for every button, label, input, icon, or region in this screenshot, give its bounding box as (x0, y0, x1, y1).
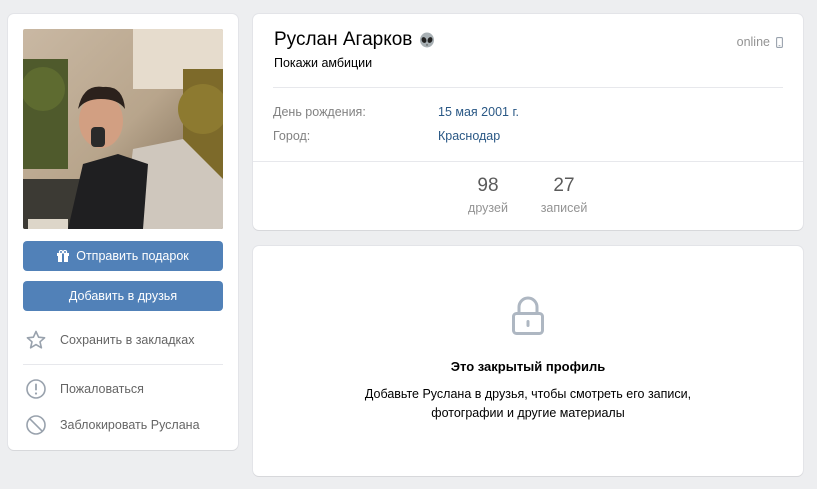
add-friend-label: Добавить в друзья (68, 289, 178, 303)
star-icon (25, 329, 47, 351)
closed-profile-card: Это закрытый профиль Добавьте Руслана в … (253, 246, 803, 476)
send-gift-button[interactable]: Отправить подарок (23, 241, 223, 271)
info-divider (273, 87, 783, 88)
closed-profile-title: Это закрытый профиль (450, 359, 606, 374)
counters-divider (253, 161, 803, 162)
friends-label: друзей (468, 201, 508, 215)
birthday-label: День рождения: (273, 105, 366, 119)
report-action[interactable]: Пожаловаться (23, 375, 223, 403)
city-row: Город: Краснодар (273, 129, 500, 143)
profile-info-card: Руслан Агарков Покажи амбиции online Ден… (253, 14, 803, 230)
profile-sidebar: Отправить подарок Добавить в друзья Сохр… (8, 14, 238, 450)
alien-emoji-icon (419, 32, 435, 48)
block-action[interactable]: Заблокировать Руслана (23, 411, 223, 439)
posts-counter[interactable]: 27 записей (529, 175, 599, 215)
profile-status: Покажи амбиции (274, 56, 373, 70)
page-title: Руслан Агарков (274, 29, 435, 51)
send-gift-label: Отправить подарок (76, 249, 189, 263)
gift-icon (57, 249, 70, 263)
city-value[interactable]: Краснодар (438, 129, 500, 143)
birthday-value[interactable]: 15 мая 2001 г. (438, 105, 519, 119)
birthday-row: День рождения: 15 мая 2001 г. (273, 105, 519, 119)
bookmark-action[interactable]: Сохранить в закладках (23, 326, 223, 354)
exclamation-icon (25, 378, 47, 400)
report-label: Пожаловаться (60, 382, 144, 396)
posts-count: 27 (553, 175, 575, 196)
friends-counter[interactable]: 98 друзей (453, 175, 523, 215)
avatar[interactable] (23, 29, 223, 229)
lock-icon (511, 296, 545, 336)
add-friend-button[interactable]: Добавить в друзья (23, 281, 223, 311)
phone-icon (776, 36, 783, 48)
block-label: Заблокировать Руслана (60, 418, 200, 432)
online-indicator: online (737, 35, 783, 49)
city-label: Город: (273, 129, 311, 143)
bookmark-label: Сохранить в закладках (60, 333, 195, 347)
online-label: online (736, 35, 770, 49)
closed-profile-line2: фотографии и другие материалы (431, 406, 625, 420)
closed-profile-text: Добавьте Руслана в друзья, чтобы смотрет… (253, 385, 803, 423)
friends-count: 98 (477, 175, 499, 196)
actions-divider (23, 364, 223, 365)
profile-name: Руслан Агарков (274, 29, 413, 50)
block-icon (25, 414, 47, 436)
closed-profile-line1: Добавьте Руслана в друзья, чтобы смотрет… (364, 387, 692, 401)
posts-label: записей (540, 201, 588, 215)
